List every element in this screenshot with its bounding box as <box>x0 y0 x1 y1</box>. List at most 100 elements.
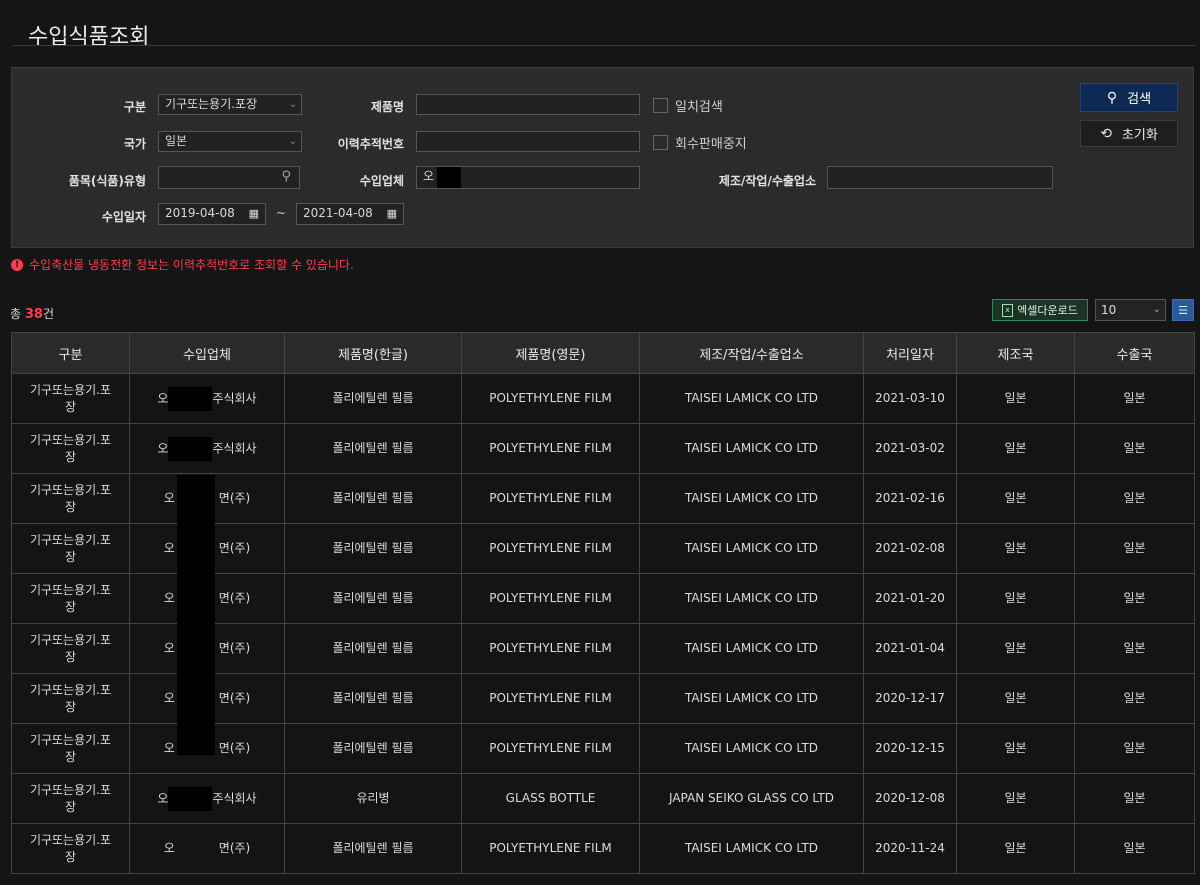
importer-suffix: 면(주) <box>218 691 251 705</box>
search-button[interactable]: ⚲ 검색 <box>1080 83 1178 112</box>
cell-name-ko: 폴리에틸렌 필름 <box>284 523 462 574</box>
notice-text: 수입축산물 냉동전환 정보는 이력추적번호로 조회할 수 있습니다. <box>29 258 354 272</box>
importer-name: 오 주식회사 <box>157 386 257 411</box>
col-header[interactable]: 제조국 <box>956 332 1075 374</box>
cell-category: 기구또는용기.포장 <box>11 773 130 824</box>
recall-checkbox[interactable] <box>653 135 668 150</box>
importer-name: 오 주식회사 <box>157 786 257 811</box>
excel-download-button[interactable]: x 엑셀다운로드 <box>992 299 1088 321</box>
date-to-value: 2021-04-08 <box>303 206 373 220</box>
cell-category: 기구또는용기.포장 <box>11 373 130 424</box>
country-select[interactable]: 일본 ⌄ <box>158 131 302 152</box>
cell-export-from: 일본 <box>1074 473 1195 524</box>
col-header[interactable]: 수출국 <box>1074 332 1195 374</box>
cell-date: 2020-11-24 <box>863 823 957 874</box>
importer-value: 오 <box>423 169 435 183</box>
chevron-down-icon: ⌄ <box>288 136 297 147</box>
title-divider <box>12 45 1195 46</box>
cell-importer: 오 주식회사 <box>129 423 285 474</box>
table-row[interactable]: 기구또는용기.포장 오 주식회사 유리병 GLASS BOTTLE JAPAN SEIKO… <box>11 773 1195 824</box>
product-label: 제품명 <box>370 100 404 114</box>
cell-name-ko: 폴리에틸렌 필름 <box>284 673 462 724</box>
cell-made-in: 일본 <box>956 423 1075 474</box>
cell-date: 2021-02-16 <box>863 473 957 524</box>
cell-date: 2021-01-20 <box>863 573 957 624</box>
importer-prefix: 오 <box>163 841 175 855</box>
excel-download-label: 엑셀다운로드 <box>1017 304 1078 317</box>
col-header[interactable]: 처리일자 <box>863 332 957 374</box>
cell-export-from: 일본 <box>1074 373 1195 424</box>
cell-maker: TAISEI LAMICK CO LTD <box>639 673 864 724</box>
cell-name-en: GLASS BOTTLE <box>461 773 640 824</box>
category-value: 기구또는용기.포장 <box>165 97 258 111</box>
cell-name-en: POLYETHYLENE FILM <box>461 623 640 674</box>
importer-suffix: 면(주) <box>218 741 251 755</box>
importer-name: 오 면(주) <box>164 840 251 857</box>
filter-icon: ☰ <box>1178 303 1188 317</box>
cell-made-in: 일본 <box>956 823 1075 874</box>
cell-maker: TAISEI LAMICK CO LTD <box>639 473 864 524</box>
filter-toggle-button[interactable]: ☰ <box>1172 299 1194 321</box>
notice-message: ! 수입축산물 냉동전환 정보는 이력추적번호로 조회할 수 있습니다. <box>11 256 354 273</box>
reset-button-label: 초기화 <box>1121 128 1158 143</box>
cell-name-en: POLYETHYLENE FILM <box>461 723 640 774</box>
calendar-icon[interactable]: ▦ <box>387 204 397 223</box>
exact-match-checkbox[interactable] <box>653 98 668 113</box>
cell-category: 기구또는용기.포장 <box>11 623 130 674</box>
table-row[interactable]: 기구또는용기.포장 오 면(주) 폴리에틸렌 필름 POLYETHYLENE FILM T… <box>11 823 1195 874</box>
calendar-icon[interactable]: ▦ <box>249 204 259 223</box>
table-header-row: 구분 수입업체 제품명(한글) 제품명(영문) 제조/작업/수출업소 처리일자 … <box>11 332 1195 374</box>
importer-suffix: 면(주) <box>218 491 251 505</box>
cell-made-in: 일본 <box>956 723 1075 774</box>
importer-input[interactable]: 오 <box>416 166 640 189</box>
country-value: 일본 <box>165 134 188 148</box>
redaction-box <box>168 386 213 411</box>
cell-name-ko: 유리병 <box>284 773 462 824</box>
cell-name-ko: 폴리에틸렌 필름 <box>284 823 462 874</box>
trace-number-input[interactable] <box>416 131 640 152</box>
importer-prefix: 오 <box>163 641 175 655</box>
importer-prefix: 오 <box>157 791 169 805</box>
importer-suffix: 면(주) <box>218 591 251 605</box>
search-panel: 구분 기구또는용기.포장 ⌄ 제품명 일치검색 국가 일본 ⌄ 이력추적번호 회… <box>11 67 1194 248</box>
cell-maker: TAISEI LAMICK CO LTD <box>639 573 864 624</box>
date-to-input[interactable]: 2021-04-08 ▦ <box>296 203 404 225</box>
cell-export-from: 일본 <box>1074 673 1195 724</box>
category-select[interactable]: 기구또는용기.포장 ⌄ <box>158 94 302 115</box>
cell-name-ko: 폴리에틸렌 필름 <box>284 473 462 524</box>
maker-input[interactable] <box>827 166 1053 189</box>
cell-name-en: POLYETHYLENE FILM <box>461 473 640 524</box>
importer-suffix: 주식회사 <box>212 791 257 805</box>
importer-name: 오 주식회사 <box>157 436 257 461</box>
redaction-box <box>177 475 215 755</box>
col-header[interactable]: 제품명(한글) <box>284 332 462 374</box>
page-size-select[interactable]: 10 ⌄ <box>1095 299 1166 321</box>
cell-name-ko: 폴리에틸렌 필름 <box>284 573 462 624</box>
total-prefix: 총 <box>10 307 22 321</box>
cell-date: 2021-03-02 <box>863 423 957 474</box>
col-header[interactable]: 제조/작업/수출업소 <box>639 332 864 374</box>
cell-export-from: 일본 <box>1074 773 1195 824</box>
col-header[interactable]: 구분 <box>11 332 130 374</box>
alert-icon: ! <box>11 258 23 271</box>
exact-match-label: 일치검색 <box>675 100 723 115</box>
product-input[interactable] <box>416 94 640 115</box>
importer-prefix: 오 <box>163 591 175 605</box>
cell-made-in: 일본 <box>956 373 1075 424</box>
search-icon[interactable]: ⚲ <box>281 167 291 186</box>
date-from-input[interactable]: 2019-04-08 ▦ <box>158 203 266 225</box>
reset-button[interactable]: ⟲ 초기화 <box>1080 120 1178 147</box>
table-row[interactable]: 기구또는용기.포장 오 주식회사 폴리에틸렌 필름 POLYETHYLENE FILM T… <box>11 373 1195 424</box>
cell-export-from: 일본 <box>1074 573 1195 624</box>
cell-category: 기구또는용기.포장 <box>11 473 130 524</box>
cell-name-en: POLYETHYLENE FILM <box>461 673 640 724</box>
col-header[interactable]: 제품명(영문) <box>461 332 640 374</box>
item-type-input[interactable]: ⚲ <box>158 166 300 189</box>
import-date-label: 수입일자 <box>101 210 146 224</box>
table-row[interactable]: 기구또는용기.포장 오 주식회사 폴리에틸렌 필름 POLYETHYLENE FILM T… <box>11 423 1195 474</box>
col-header[interactable]: 수입업체 <box>129 332 285 374</box>
total-suffix: 건 <box>42 307 55 321</box>
category-label: 구분 <box>123 100 146 114</box>
date-separator: ~ <box>276 206 287 220</box>
cell-maker: TAISEI LAMICK CO LTD <box>639 723 864 774</box>
